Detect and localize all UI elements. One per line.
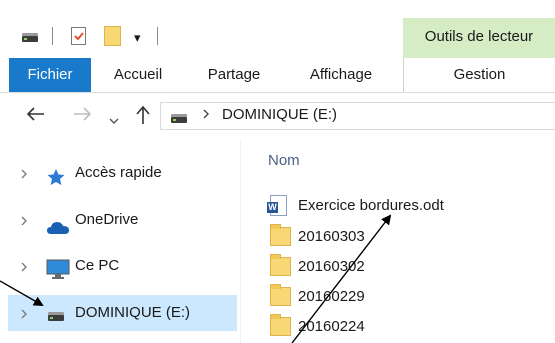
- annotation-arrows: [0, 214, 392, 343]
- arrow-to-drive: [0, 280, 44, 306]
- arrow-to-document: [291, 214, 392, 343]
